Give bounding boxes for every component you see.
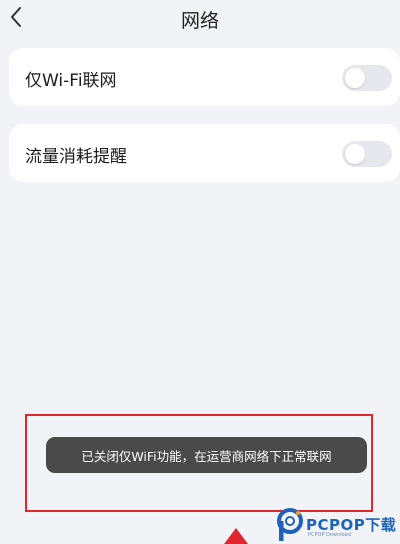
data-usage-alert-toggle[interactable] <box>342 141 392 167</box>
setting-wifi-only: 仅Wi-Fi联网 <box>9 48 400 106</box>
setting-data-usage-alert: 流量消耗提醒 <box>9 124 400 182</box>
watermark-tagline: PCPOP Download <box>308 532 351 538</box>
pcpop-logo-icon <box>277 508 303 541</box>
annotation-arrow-icon <box>224 528 248 544</box>
toast-message: 已关闭仅WiFi功能，在运营商网络下正常联网 <box>46 437 367 473</box>
page-title: 网络 <box>180 10 219 32</box>
setting-data-usage-alert-label: 流量消耗提醒 <box>25 147 127 167</box>
toggle-knob <box>345 144 365 164</box>
setting-wifi-only-label: 仅Wi-Fi联网 <box>25 71 117 91</box>
header: 网络 <box>0 0 400 40</box>
watermark: PCPOP下载 PCPOP Download <box>276 506 400 544</box>
wifi-only-toggle[interactable] <box>342 65 392 91</box>
toggle-knob <box>345 68 365 88</box>
